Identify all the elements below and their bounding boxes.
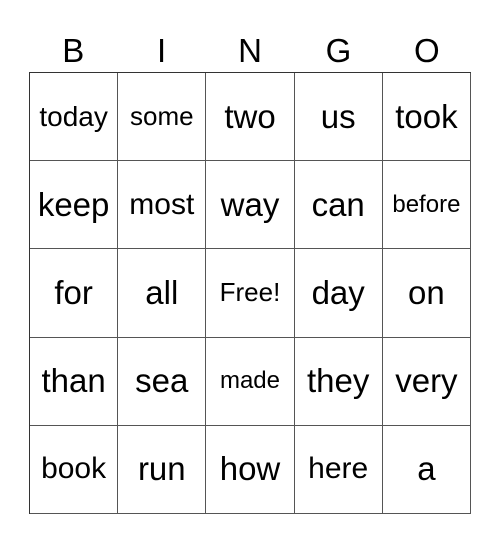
bingo-cell[interactable]: a — [382, 425, 471, 514]
bingo-cell[interactable]: us — [294, 73, 383, 162]
bingo-cell[interactable]: before — [382, 161, 471, 250]
bingo-cell[interactable]: way — [206, 161, 295, 250]
free-space-cell[interactable]: Free! — [206, 249, 295, 338]
bingo-cell[interactable]: some — [118, 73, 207, 162]
bingo-cell[interactable]: how — [206, 425, 295, 514]
bingo-cell[interactable]: very — [382, 337, 471, 426]
bingo-cell[interactable]: sea — [118, 337, 207, 426]
bingo-cell[interactable]: here — [294, 425, 383, 514]
bingo-cell[interactable]: all — [118, 249, 207, 338]
header-letter-n: N — [238, 32, 262, 69]
bingo-cell[interactable]: on — [382, 249, 471, 338]
header-letter-i: I — [157, 32, 167, 69]
bingo-cell[interactable]: keep — [30, 161, 119, 250]
bingo-cell[interactable]: than — [30, 337, 119, 426]
header-letter-o: O — [413, 32, 440, 69]
bingo-cell[interactable]: today — [30, 73, 119, 162]
header-letter-g: G — [325, 32, 352, 69]
bingo-grid: today some two us took keep most way can… — [29, 72, 471, 514]
bingo-cell[interactable]: two — [206, 73, 295, 162]
bingo-cell[interactable]: made — [206, 337, 295, 426]
bingo-cell[interactable]: run — [118, 425, 207, 514]
bingo-cell[interactable]: book — [30, 425, 119, 514]
header-letter-b: B — [62, 32, 85, 69]
bingo-cell[interactable]: they — [294, 337, 383, 426]
bingo-cell[interactable]: day — [294, 249, 383, 338]
bingo-header: B I N G O — [29, 30, 471, 72]
bingo-cell[interactable]: took — [382, 73, 471, 162]
bingo-cell[interactable]: for — [30, 249, 119, 338]
bingo-cell[interactable]: can — [294, 161, 383, 250]
bingo-cell[interactable]: most — [118, 161, 207, 250]
